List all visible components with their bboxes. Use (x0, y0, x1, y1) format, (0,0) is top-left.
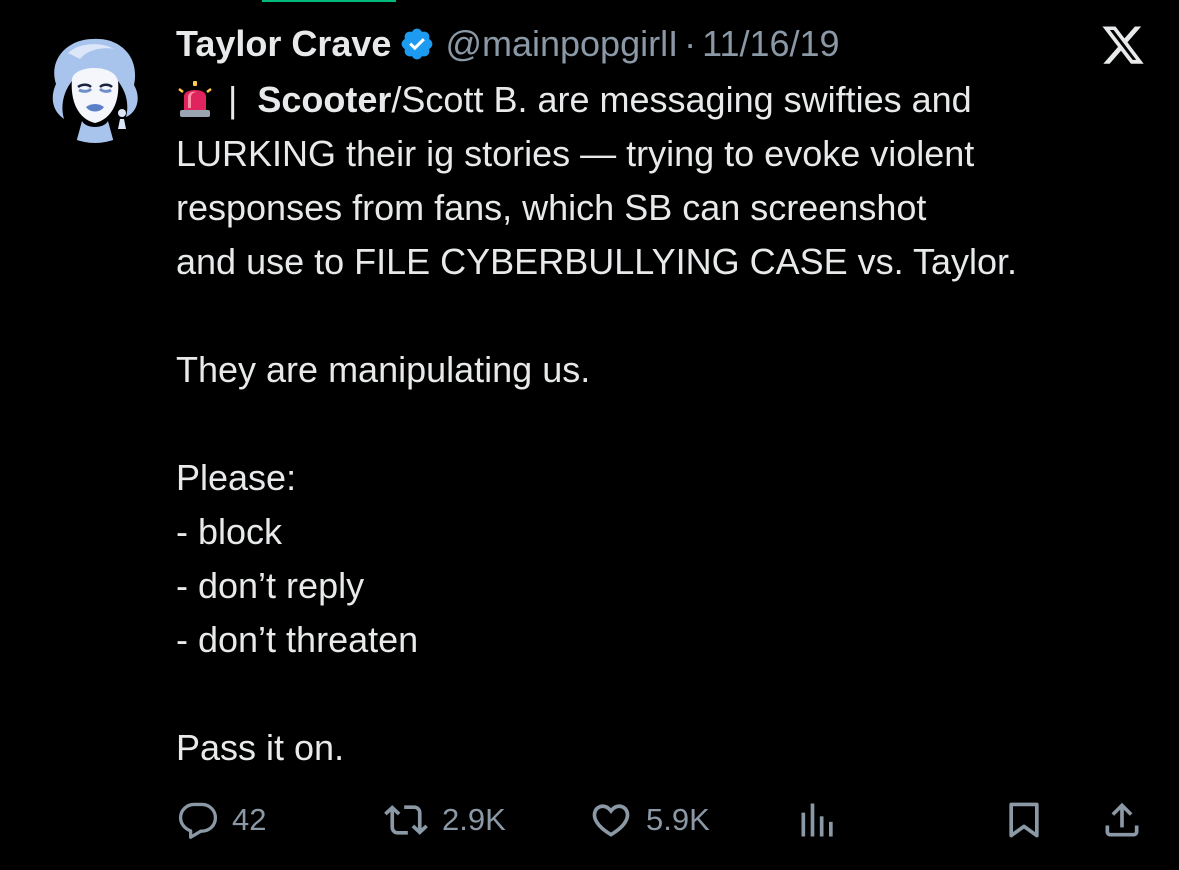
share-button[interactable] (1100, 790, 1144, 850)
like-count: 5.9K (646, 802, 710, 837)
reply-count: 42 (232, 802, 267, 837)
tweet-header: Taylor Crave @mainpopgirlI · 11/16/19 (176, 19, 840, 69)
tweet-list-title: Please: (176, 457, 297, 498)
author-handle[interactable]: @mainpopgirlI (445, 19, 678, 69)
siren-emoji-icon (178, 81, 212, 117)
tweet-paragraph-4: Pass it on. (176, 727, 345, 768)
bookmark-icon (1009, 802, 1039, 838)
tweet-action-bar: 42 2.9K 5.9K (176, 790, 1151, 850)
line1-bold-word: Scooter (257, 79, 392, 120)
views-chart-icon (801, 803, 833, 837)
tweet-list-item: - block (176, 511, 283, 552)
header-separator: · (684, 23, 697, 64)
tweet-text: | Scooter/Scott B. are messaging swiftie… (176, 73, 1166, 775)
tweet-line-4: and use to FILE CYBERBULLYING CASE vs. T… (176, 241, 1018, 282)
tweet-list-item: - don’t threaten (176, 619, 419, 660)
bookmark-button[interactable] (1002, 790, 1046, 850)
like-button[interactable]: 5.9K (588, 790, 710, 850)
avatar-portrait-icon (38, 29, 152, 143)
repost-button[interactable]: 2.9K (382, 790, 506, 850)
tweet-list-item: - don’t reply (176, 565, 365, 606)
tweet-date[interactable]: 11/16/19 (702, 19, 839, 69)
tweet-line-2: LURKING their ig stories — trying to evo… (176, 133, 975, 174)
tweet-paragraph-2: They are manipulating us. (176, 349, 591, 390)
repost-count: 2.9K (442, 802, 506, 837)
share-icon (1105, 802, 1139, 837)
repost-icon (384, 805, 428, 835)
reply-icon (178, 802, 218, 839)
line1-separator: | (228, 79, 238, 120)
heart-icon (592, 804, 630, 837)
author-name[interactable]: Taylor Crave (176, 19, 391, 69)
tweet-line-3: responses from fans, which SB can screen… (176, 187, 927, 228)
verified-badge-icon (402, 28, 433, 60)
views-button[interactable] (796, 790, 840, 850)
x-logo-icon[interactable] (1100, 26, 1146, 68)
tweet-line-1: | Scooter/Scott B. are messaging swiftie… (176, 73, 1166, 127)
top-accent-bar (262, 0, 396, 2)
line1-rest: /Scott B. are messaging swifties and (391, 79, 972, 120)
reply-button[interactable]: 42 (176, 790, 266, 850)
avatar[interactable] (38, 29, 152, 143)
